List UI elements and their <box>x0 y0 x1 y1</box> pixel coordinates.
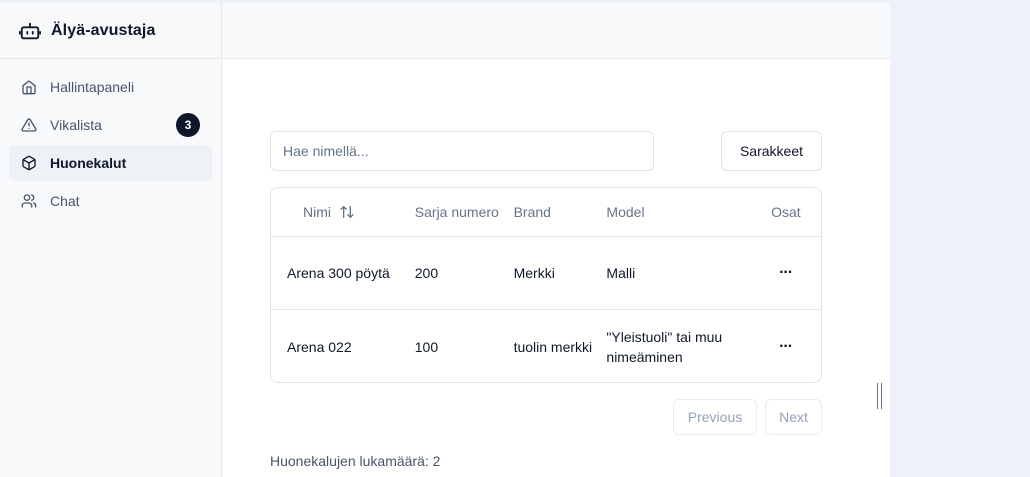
sidebar: Älyä-avustaja Hallintapaneli Vikalista 3 <box>0 3 222 477</box>
table-header-row: Nimi Sarja numero Brand Model Osat <box>271 188 821 237</box>
home-icon <box>22 80 36 95</box>
sidebar-item-vikalista[interactable]: Vikalista 3 <box>9 107 212 143</box>
cell-name: Arena 300 pöytä <box>287 265 390 281</box>
table-row[interactable]: Arena 022 100 tuolin merkki "Yleistuoli"… <box>271 310 821 382</box>
furniture-count: Huonekalujen lukamäärä: 2 <box>270 453 441 469</box>
sidebar-item-chat[interactable]: Chat <box>9 183 212 219</box>
sidebar-item-hallintapaneli[interactable]: Hallintapaneli <box>9 69 212 105</box>
resize-handle[interactable] <box>877 383 883 409</box>
users-icon <box>21 194 37 208</box>
columns-button[interactable]: Sarakkeet <box>721 131 822 171</box>
sidebar-item-label: Huonekalut <box>50 155 127 171</box>
more-options-icon[interactable]: ··· <box>771 337 793 357</box>
column-header-name[interactable]: Nimi <box>271 188 415 236</box>
column-header-parts: Osat <box>771 204 801 220</box>
column-header-brand: Brand <box>513 204 551 220</box>
column-header-serial: Sarja numero <box>414 204 499 220</box>
sidebar-nav: Hallintapaneli Vikalista 3 Huonekalut Ch… <box>0 59 221 219</box>
cell-parts: ··· <box>771 237 821 309</box>
column-header-label: Nimi <box>303 204 331 220</box>
cell-brand: Merkki <box>513 265 555 281</box>
cell-name: Arena 022 <box>287 338 352 355</box>
cell-model: Malli <box>606 265 636 281</box>
sidebar-item-label: Hallintapaneli <box>50 79 135 95</box>
cell-serial: 200 <box>414 265 439 281</box>
app-title: Älyä-avustaja <box>51 21 156 39</box>
notification-badge: 3 <box>176 113 200 137</box>
brand: Älyä-avustaja <box>0 3 221 59</box>
next-page-button[interactable]: Next <box>765 399 822 435</box>
cell-parts: ··· <box>771 310 821 382</box>
sidebar-item-label: Vikalista <box>50 117 102 133</box>
alert-triangle-icon <box>21 118 37 132</box>
sidebar-item-huonekalut[interactable]: Huonekalut <box>9 145 212 181</box>
main-content: Sarakkeet Nimi Sarja numero Brand Model … <box>222 3 890 477</box>
previous-page-button[interactable]: Previous <box>673 399 757 435</box>
cell-brand: tuolin merkki <box>513 338 593 355</box>
more-options-icon[interactable]: ··· <box>771 263 793 283</box>
furniture-table: Nimi Sarja numero Brand Model Osat Arena… <box>270 187 822 383</box>
column-header-model: Model <box>606 204 645 220</box>
app-window: Älyä-avustaja Hallintapaneli Vikalista 3 <box>0 3 890 477</box>
box-icon <box>22 155 36 171</box>
cell-serial: 100 <box>414 338 439 355</box>
robot-icon <box>19 22 41 39</box>
table-row[interactable]: Arena 300 pöytä 200 Merkki Malli ··· <box>271 237 821 310</box>
sort-icon[interactable] <box>339 204 355 220</box>
search-input[interactable] <box>270 131 654 171</box>
sidebar-item-label: Chat <box>50 193 80 209</box>
top-bar <box>222 3 890 59</box>
cell-model: "Yleistuoli" tai muu nimeäminen <box>606 328 723 365</box>
